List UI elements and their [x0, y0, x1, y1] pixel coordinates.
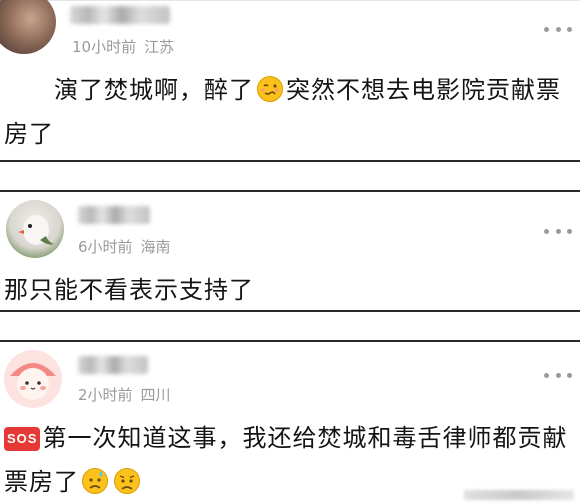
sos-icon: SOS — [4, 427, 41, 451]
comment-meta: 10小时前 江苏 — [72, 36, 174, 57]
username-blurred[interactable] — [70, 6, 170, 24]
comment-time: 6小时前 — [78, 238, 133, 256]
comment-item: 6小时前 海南 那只能不看表示支持了 — [0, 192, 580, 310]
comment-location: 江苏 — [144, 38, 175, 56]
comment-item: 10小时前 江苏 演了焚城啊，醉了 突然不想去电影院贡献票房了 — [0, 0, 580, 160]
more-options-icon[interactable] — [544, 370, 572, 380]
worried-face-icon — [114, 468, 140, 494]
avatar[interactable] — [0, 0, 56, 54]
comment-text: 那只能不看表示支持了 — [4, 276, 254, 304]
avatar[interactable] — [6, 200, 64, 258]
username-blurred[interactable] — [78, 206, 150, 224]
avatar[interactable] — [4, 350, 62, 408]
comment-meta: 6小时前 海南 — [78, 236, 171, 257]
woozy-face-icon — [257, 76, 283, 102]
comment-meta: 2小时前 四川 — [78, 384, 171, 405]
comment-location: 海南 — [140, 238, 171, 256]
comment-item: 2小时前 四川 SOS 第一次知道这事，我还给焚城和毒舌律师都贡献票房了 — [0, 342, 580, 500]
username-blurred[interactable] — [78, 356, 148, 374]
sad-sweat-face-icon — [82, 468, 108, 494]
more-options-icon[interactable] — [544, 226, 572, 236]
cute-face-avatar-icon — [10, 363, 56, 400]
comment-divider — [0, 160, 580, 162]
bird-avatar-icon — [18, 215, 54, 245]
more-options-icon[interactable] — [544, 24, 572, 34]
comment-time: 2小时前 — [78, 386, 133, 404]
comment-text: 演了焚城啊，醉了 突然不想去电影院贡献票房了 — [4, 76, 561, 148]
watermark-blurred — [464, 490, 574, 500]
comment-location: 四川 — [140, 386, 171, 404]
comment-divider — [0, 310, 580, 312]
comment-time: 10小时前 — [72, 38, 137, 56]
